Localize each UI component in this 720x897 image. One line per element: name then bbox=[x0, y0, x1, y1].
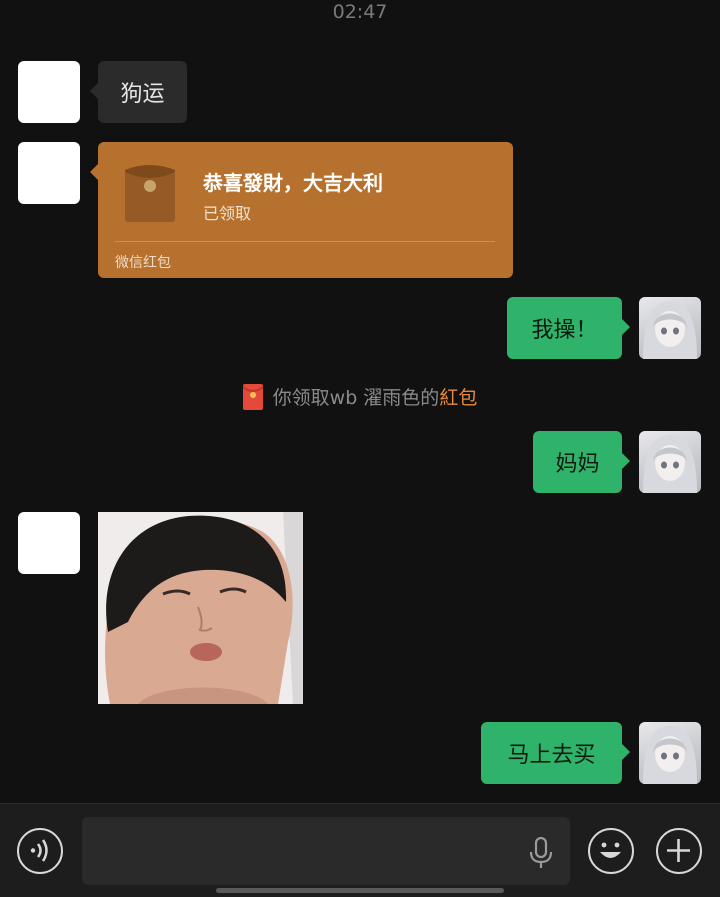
home-indicator[interactable] bbox=[216, 888, 504, 893]
message-text: 狗运 bbox=[120, 82, 165, 107]
message-input[interactable] bbox=[82, 817, 570, 885]
anime-girl-avatar-icon bbox=[643, 435, 697, 493]
red-packet-card[interactable]: 恭喜發財，大吉大利 已领取 微信红包 bbox=[90, 142, 513, 278]
system-notice: 你领取wb 濯雨色的 紅包 bbox=[0, 383, 720, 410]
voice-input-icon bbox=[30, 839, 48, 862]
meme-face-image bbox=[98, 512, 303, 704]
incoming-message-bubble[interactable]: 狗运 bbox=[90, 61, 187, 123]
plus-icon bbox=[667, 839, 690, 862]
input-bar bbox=[0, 803, 720, 897]
red-packet-status: 已领取 bbox=[203, 204, 252, 223]
my-avatar[interactable] bbox=[639, 722, 701, 784]
red-packet-divider bbox=[115, 241, 495, 242]
meme-image[interactable] bbox=[98, 512, 303, 704]
message-text: 妈妈 bbox=[555, 452, 600, 477]
more-options-button[interactable] bbox=[656, 828, 702, 874]
red-envelope-icon bbox=[242, 383, 263, 410]
red-packet-title: 恭喜發財，大吉大利 bbox=[203, 171, 383, 195]
contact-avatar[interactable] bbox=[18, 61, 80, 123]
red-packet-footer: 微信红包 bbox=[115, 255, 171, 271]
outgoing-message-bubble[interactable]: 我操！ bbox=[507, 297, 630, 359]
contact-avatar[interactable] bbox=[18, 142, 80, 204]
message-text: 我操！ bbox=[531, 318, 598, 343]
contact-avatar[interactable] bbox=[18, 512, 80, 574]
microphone-icon[interactable] bbox=[528, 837, 554, 869]
my-avatar[interactable] bbox=[639, 297, 701, 359]
status-time: 02:47 bbox=[332, 1, 388, 23]
emoji-button[interactable] bbox=[588, 828, 634, 874]
voice-input-button[interactable] bbox=[17, 828, 63, 874]
anime-girl-avatar-icon bbox=[643, 726, 697, 784]
emoji-icon bbox=[600, 842, 621, 858]
my-avatar[interactable] bbox=[639, 431, 701, 493]
anime-girl-avatar-icon bbox=[643, 301, 697, 359]
message-text: 马上去买 bbox=[507, 743, 596, 768]
system-notice-text: 你领取wb 濯雨色的 bbox=[272, 387, 440, 409]
outgoing-message-bubble[interactable]: 马上去买 bbox=[481, 722, 630, 784]
red-envelope-icon bbox=[125, 165, 175, 222]
outgoing-message-bubble[interactable]: 妈妈 bbox=[533, 431, 630, 493]
red-packet-link[interactable]: 紅包 bbox=[439, 383, 477, 410]
